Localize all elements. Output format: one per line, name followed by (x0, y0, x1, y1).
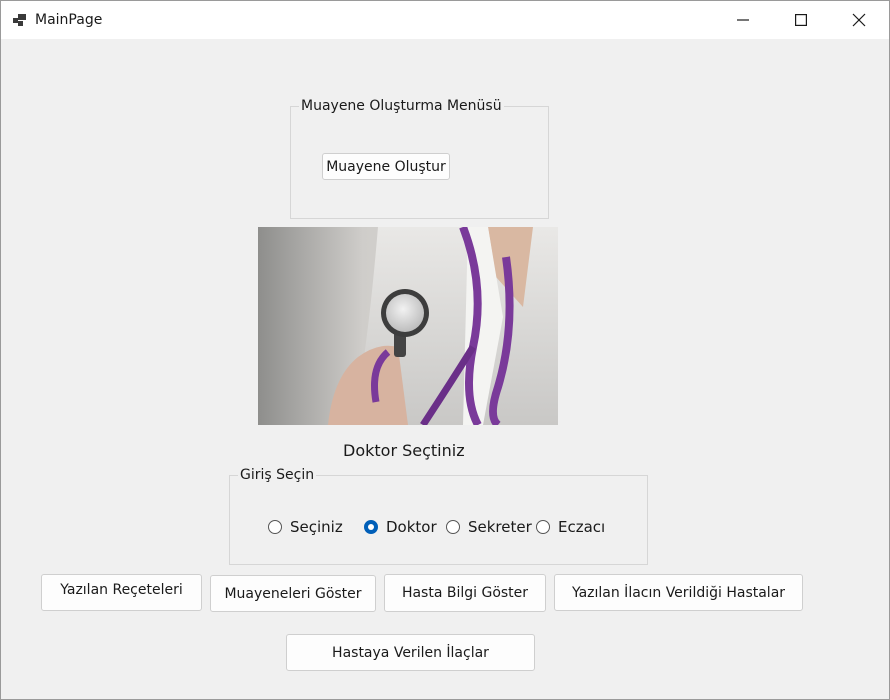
radio-doktor-label: Doktor (386, 518, 437, 536)
muayene-olustur-button[interactable]: Muayene Oluştur (322, 153, 450, 180)
yazilan-receteler-button[interactable]: Yazılan Reçeteleri (41, 574, 202, 611)
window-title: MainPage (35, 12, 103, 28)
hasta-bilgi-goster-button[interactable]: Hasta Bilgi Göster (384, 574, 546, 612)
status-text: Doktor Seçtiniz (343, 441, 465, 460)
yazilan-ilac-hastalar-button[interactable]: Yazılan İlacın Verildiği Hastalar (554, 574, 803, 611)
giris-group-label: Giriş Seçin (238, 466, 317, 484)
radio-seciniz-label: Seçiniz (290, 518, 343, 536)
muayene-group-label: Muayene Oluşturma Menüsü (299, 97, 504, 115)
radio-eczaci[interactable]: Eczacı (536, 517, 605, 537)
radio-checked-icon (364, 520, 378, 534)
minimize-icon (737, 14, 749, 26)
radio-eczaci-label: Eczacı (558, 518, 606, 536)
maximize-button[interactable] (772, 1, 830, 39)
radio-doktor[interactable]: Doktor (364, 517, 437, 537)
muayeneleri-goster-button[interactable]: Muayeneleri Göster (210, 575, 376, 612)
minimize-button[interactable] (714, 1, 772, 39)
close-button[interactable] (830, 1, 888, 39)
radio-unchecked-icon (536, 520, 550, 534)
hastaya-verilen-ilaclar-button[interactable]: Hastaya Verilen İlaçlar (286, 634, 535, 671)
radio-sekreter-label: Sekreter (468, 518, 532, 536)
doctor-photo (258, 227, 558, 425)
radio-unchecked-icon (268, 520, 282, 534)
close-icon (852, 13, 866, 27)
title-bar[interactable]: MainPage (1, 1, 889, 39)
radio-unchecked-icon (446, 520, 460, 534)
radio-sekreter[interactable]: Sekreter (446, 517, 532, 537)
maximize-icon (795, 14, 807, 26)
app-icon (12, 12, 28, 28)
radio-seciniz[interactable]: Seçiniz (268, 517, 343, 537)
main-window: MainPage Muayene Oluşturma Menüsü Muayen… (0, 0, 890, 700)
